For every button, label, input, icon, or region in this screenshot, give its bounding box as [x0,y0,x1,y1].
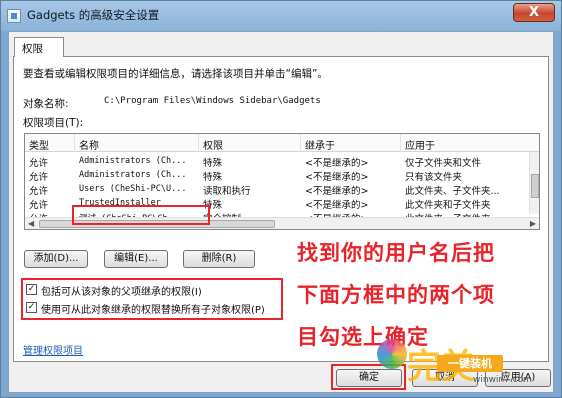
vertical-scroll-thumb[interactable] [531,174,539,198]
checkbox-group-highlight [21,278,283,320]
cell-permission: 特殊 [203,172,223,183]
watermark-badge: 一键装机 [437,355,503,372]
cell-type: 允许 [29,186,49,197]
cell-name: Administrators (Ch... [79,170,187,180]
cell-name: Administrators (Ch... [79,156,187,166]
security-settings-window: Gadgets 的高级安全设置 X 权限 要查看或编辑权限项目的详细信息，请选择… [0,0,562,398]
watermark-logo-icon [377,339,407,369]
cell-applies: 只有该文件夹 [405,172,463,183]
instruction-text: 要查看或编辑权限项目的详细信息，请选择该项目并单击“编辑”。 [23,68,328,80]
vertical-scrollbar[interactable] [529,152,539,214]
add-button[interactable]: 添加(D)... [24,250,88,268]
table-row[interactable]: 允许 Administrators (Ch... 特殊 <不是继承的> 仅子文件… [25,154,529,169]
scroll-left-arrow-icon[interactable]: ◀ [28,219,34,228]
column-header-applies-to[interactable]: 应用于 [401,134,539,152]
annotation-line-2: 下面方框中的两个项 [297,283,495,307]
folder-window-icon [7,9,21,23]
column-header-type[interactable]: 类型 [25,134,75,152]
cell-type: 允许 [29,200,49,211]
watermark-url: winwin7.com [473,375,532,385]
cell-inherited: <不是继承的> [305,172,369,183]
object-name-value: C:\Program Files\Windows Sidebar\Gadgets [104,96,321,106]
user-entry-highlight [72,205,210,225]
cell-applies: 此文件夹、子文件夹... [405,186,500,197]
cell-name: Users (CheShi-PC\U... [79,184,187,194]
edit-button[interactable]: 编辑(E)... [104,250,168,268]
close-button[interactable]: X [513,3,555,22]
list-header: 类型 名称 权限 继承于 应用于 [25,134,539,152]
cell-applies: 此文件夹和子文件夹 [405,200,491,211]
table-row[interactable]: 允许 Users (CheShi-PC\U... 读取和执行 <不是继承的> 此… [25,182,529,197]
cell-permission: 读取和执行 [203,186,251,197]
cell-type: 允许 [29,158,49,169]
window-title: Gadgets 的高级安全设置 [27,8,160,22]
cell-type: 允许 [29,172,49,183]
scroll-right-arrow-icon[interactable]: ▶ [530,219,536,228]
manage-permission-entries-link[interactable]: 管理权限项目 [23,342,83,357]
cell-permission: 特殊 [203,158,223,169]
annotation-line-1: 找到你的用户名后把 [297,241,495,265]
cell-applies: 仅子文件夹和文件 [405,158,482,169]
tab-permissions[interactable]: 权限 [14,37,64,57]
table-row[interactable]: 允许 Administrators (Ch... 特殊 <不是继承的> 只有该文… [25,168,529,183]
column-header-inherited-from[interactable]: 继承于 [301,134,401,152]
column-header-name[interactable]: 名称 [75,134,199,152]
permission-entries-label: 权限项目(T): [23,117,84,129]
object-name-label: 对象名称: [23,98,69,110]
cell-inherited: <不是继承的> [305,158,369,169]
cell-inherited: <不是继承的> [305,186,369,197]
cell-inherited: <不是继承的> [305,200,369,211]
title-bar: Gadgets 的高级安全设置 X [1,1,561,31]
remove-button[interactable]: 删除(R) [183,250,255,268]
column-header-permission[interactable]: 权限 [199,134,301,152]
